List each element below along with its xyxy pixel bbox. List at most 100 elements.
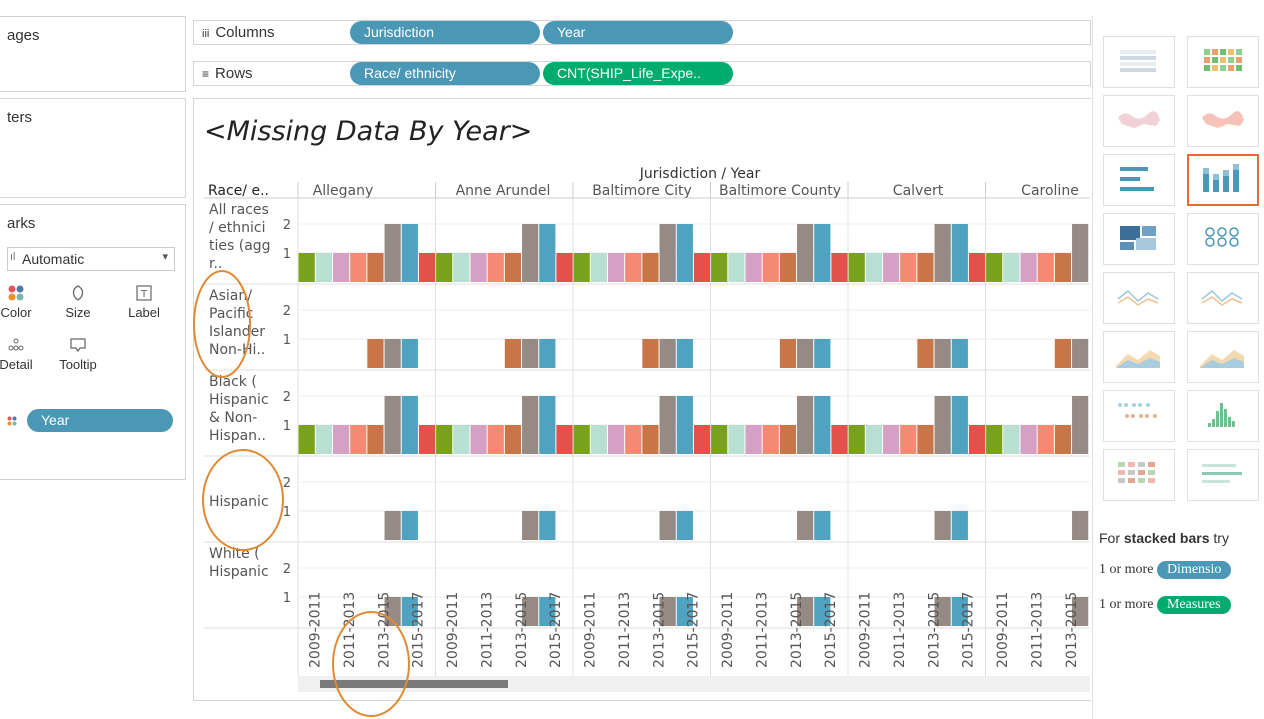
bar[interactable]	[779, 339, 797, 368]
bar[interactable]	[522, 511, 539, 540]
bar[interactable]	[676, 396, 693, 454]
show-me-chart-type[interactable]	[1103, 95, 1175, 147]
bar[interactable]	[797, 396, 814, 454]
bar[interactable]	[470, 253, 487, 282]
bar[interactable]	[934, 339, 951, 368]
show-me-chart-type[interactable]	[1103, 36, 1175, 88]
bar[interactable]	[642, 425, 659, 454]
bar[interactable]	[934, 396, 951, 454]
bar[interactable]	[968, 253, 986, 282]
bar[interactable]	[298, 253, 315, 282]
bar[interactable]	[1020, 253, 1037, 282]
show-me-chart-type[interactable]	[1187, 95, 1259, 147]
bar[interactable]	[814, 224, 831, 282]
bar[interactable]	[676, 511, 693, 540]
bar[interactable]	[522, 339, 539, 368]
bar[interactable]	[1072, 224, 1089, 282]
bar[interactable]	[1072, 339, 1089, 368]
bar[interactable]	[332, 425, 350, 454]
bar[interactable]	[1003, 253, 1020, 282]
show-me-chart-type[interactable]	[1103, 390, 1175, 442]
show-me-chart-type[interactable]	[1103, 449, 1175, 501]
bar[interactable]	[539, 224, 556, 282]
bar[interactable]	[573, 253, 590, 282]
bar[interactable]	[900, 253, 917, 282]
bar[interactable]	[797, 224, 814, 282]
bar[interactable]	[779, 425, 797, 454]
bar[interactable]	[693, 253, 711, 282]
bar[interactable]	[470, 425, 487, 454]
bar[interactable]	[384, 511, 401, 540]
bar[interactable]	[556, 253, 573, 282]
bar[interactable]	[522, 396, 539, 454]
bar[interactable]	[831, 253, 848, 282]
bar[interactable]	[1054, 253, 1072, 282]
bar[interactable]	[934, 511, 951, 540]
bar[interactable]	[607, 253, 625, 282]
show-me-chart-type[interactable]	[1187, 154, 1259, 206]
bar[interactable]	[676, 224, 693, 282]
bar[interactable]	[556, 425, 573, 454]
bar[interactable]	[762, 425, 779, 454]
bar[interactable]	[642, 339, 659, 368]
bar[interactable]	[882, 425, 900, 454]
bar[interactable]	[504, 339, 522, 368]
bar[interactable]	[865, 425, 882, 454]
bar[interactable]	[453, 253, 470, 282]
bar[interactable]	[401, 511, 418, 540]
bar[interactable]	[401, 396, 418, 454]
bar[interactable]	[968, 425, 986, 454]
bar[interactable]	[917, 253, 934, 282]
bar[interactable]	[315, 253, 332, 282]
bar[interactable]	[607, 425, 625, 454]
show-me-chart-type[interactable]	[1103, 213, 1175, 265]
bar[interactable]	[728, 253, 745, 282]
bar[interactable]	[659, 224, 676, 282]
bar[interactable]	[848, 253, 865, 282]
bar[interactable]	[418, 425, 436, 454]
bar[interactable]	[831, 425, 848, 454]
bar[interactable]	[814, 396, 831, 454]
bar[interactable]	[367, 339, 384, 368]
bar[interactable]	[951, 511, 968, 540]
bar[interactable]	[350, 253, 367, 282]
bar[interactable]	[900, 425, 917, 454]
show-me-chart-type[interactable]	[1187, 272, 1259, 324]
bar[interactable]	[384, 396, 401, 454]
bar[interactable]	[367, 425, 384, 454]
bar[interactable]	[418, 253, 436, 282]
bar[interactable]	[797, 339, 814, 368]
bar[interactable]	[401, 339, 418, 368]
bar[interactable]	[436, 253, 453, 282]
bar[interactable]	[367, 253, 384, 282]
bar[interactable]	[951, 396, 968, 454]
bar[interactable]	[659, 396, 676, 454]
bar[interactable]	[522, 224, 539, 282]
bar[interactable]	[745, 425, 762, 454]
show-me-chart-type[interactable]	[1103, 331, 1175, 383]
bar[interactable]	[384, 224, 401, 282]
bar[interactable]	[625, 425, 642, 454]
bar[interactable]	[814, 339, 831, 368]
bar[interactable]	[659, 339, 676, 368]
show-me-chart-type[interactable]	[1187, 213, 1259, 265]
bar[interactable]	[315, 425, 332, 454]
bar[interactable]	[917, 339, 934, 368]
bar[interactable]	[487, 253, 504, 282]
bar[interactable]	[711, 425, 728, 454]
bar[interactable]	[934, 224, 951, 282]
bar[interactable]	[986, 425, 1003, 454]
bar[interactable]	[676, 339, 693, 368]
bar[interactable]	[625, 253, 642, 282]
bar[interactable]	[539, 396, 556, 454]
bar[interactable]	[298, 425, 315, 454]
show-me-chart-type[interactable]	[1187, 36, 1259, 88]
bar[interactable]	[728, 425, 745, 454]
bar[interactable]	[1072, 396, 1089, 454]
horizontal-scrollbar-thumb[interactable]	[320, 680, 508, 688]
bar[interactable]	[504, 253, 522, 282]
bar[interactable]	[1037, 253, 1054, 282]
bar[interactable]	[762, 253, 779, 282]
bar[interactable]	[453, 425, 470, 454]
bar[interactable]	[848, 425, 865, 454]
